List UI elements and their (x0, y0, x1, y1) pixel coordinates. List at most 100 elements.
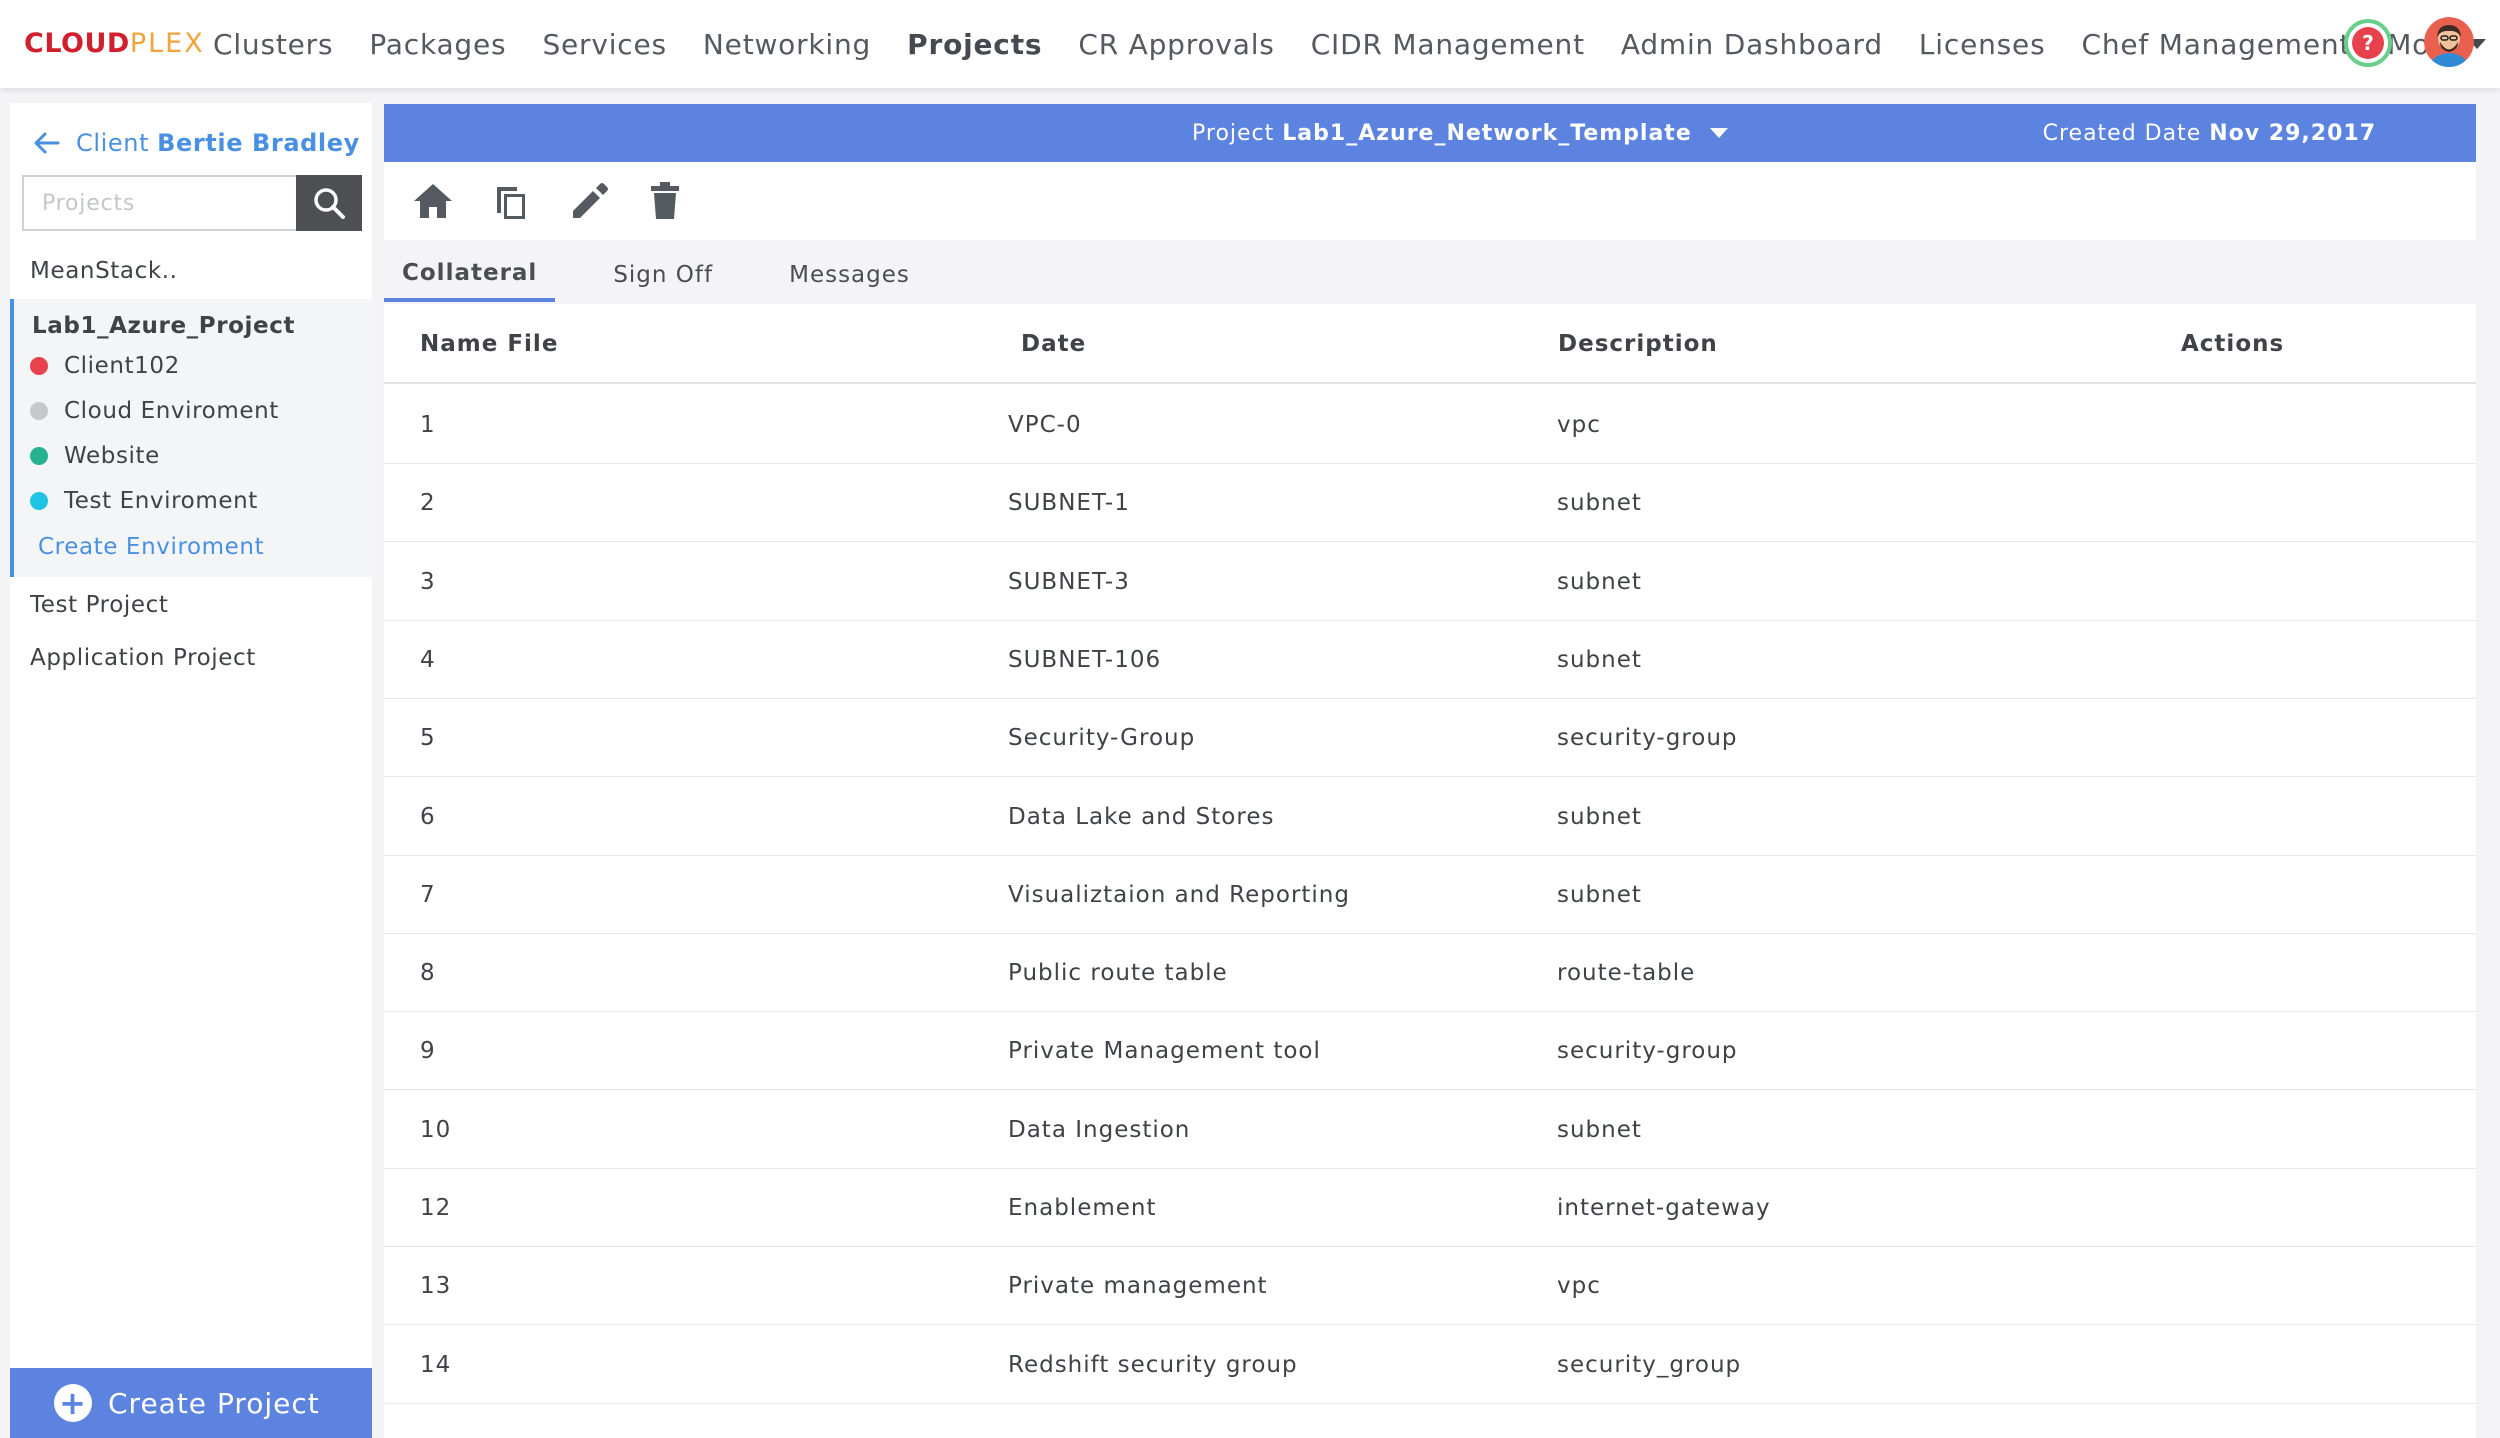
table-row[interactable]: 12 Enablement internet-gateway (384, 1169, 2476, 1247)
project-header-bar: Project Lab1_Azure_Network_Template Crea… (384, 104, 2476, 162)
table-row[interactable]: 7 Visualiztaion and Reporting subnet (384, 856, 2476, 934)
cell-name-file: 3 (420, 568, 436, 595)
home-button[interactable] (410, 178, 456, 224)
cell-name-file: 13 (420, 1273, 452, 1300)
logo-text-plex: PLEX (129, 28, 205, 59)
cloudplex-logo[interactable]: CLOUD PLEX (24, 28, 205, 59)
tab-collateral[interactable]: Collateral (384, 248, 556, 302)
project-item-meanstack[interactable]: MeanStack.. (30, 258, 178, 284)
question-icon: ? (2352, 27, 2384, 59)
cell-description: vpc (1557, 1273, 1601, 1300)
created-date-label: Created Date (2042, 120, 2202, 146)
collateral-table: Name File Date Description Actions 1 VPC-… (384, 304, 2476, 1438)
cell-description: vpc (1557, 412, 1601, 438)
project-search (22, 175, 362, 231)
cell-date: SUBNET-1 (1008, 490, 1130, 517)
environment-label: Client102 (64, 353, 180, 379)
table-row[interactable]: 6 Data Lake and Stores subnet (384, 778, 2476, 856)
column-header-description[interactable]: Description (1558, 304, 1718, 384)
project-item-application-project[interactable]: Application Project (30, 645, 256, 671)
cell-name-file: 8 (420, 960, 436, 987)
nav-networking[interactable]: Networking (703, 28, 871, 61)
cell-date: Public route table (1008, 960, 1228, 987)
table-row[interactable]: 1 VPC-0 vpc (384, 386, 2476, 464)
nav-admin-dashboard[interactable]: Admin Dashboard (1621, 28, 1883, 61)
column-header-actions: Actions (2181, 331, 2285, 357)
active-project-title[interactable]: Lab1_Azure_Project (32, 313, 295, 339)
delete-button[interactable] (642, 178, 688, 224)
cell-date: Enablement (1008, 1195, 1157, 1221)
cell-date: Private Management tool (1008, 1038, 1321, 1065)
cell-description: security-group (1557, 725, 1738, 752)
table-row[interactable]: 5 Security-Group security-group (384, 699, 2476, 778)
copy-button[interactable] (488, 178, 534, 224)
nav-projects[interactable]: Projects (907, 28, 1042, 61)
arrow-left-icon (34, 132, 60, 154)
help-button[interactable]: ? (2344, 19, 2392, 67)
create-environment-link[interactable]: Create Enviroment (38, 534, 264, 560)
cell-description: security_group (1557, 1351, 1742, 1378)
cell-description: subnet (1557, 490, 1642, 517)
environment-item-website[interactable]: Website (30, 443, 160, 469)
cell-description: internet-gateway (1557, 1195, 1771, 1221)
project-search-input[interactable] (22, 175, 296, 231)
cell-date: Data Lake and Stores (1008, 803, 1275, 830)
environment-item-test[interactable]: Test Enviroment (30, 488, 258, 514)
nav-cidr-management[interactable]: CIDR Management (1311, 28, 1585, 61)
cell-name-file: 12 (420, 1195, 452, 1221)
table-row[interactable]: 13 Private management vpc (384, 1247, 2476, 1326)
table-row[interactable]: 8 Public route table route-table (384, 934, 2476, 1013)
search-button[interactable] (296, 175, 362, 231)
environment-item-cloud[interactable]: Cloud Enviroment (30, 398, 279, 424)
cell-date: Data Ingestion (1008, 1116, 1191, 1143)
nav-clusters[interactable]: Clusters (213, 28, 333, 61)
table-row[interactable]: 14 Redshift security group security_group (384, 1326, 2476, 1404)
table-header: Name File Date Description Actions (384, 304, 2476, 384)
status-dot-red (30, 357, 48, 375)
cell-name-file: 1 (420, 412, 436, 438)
column-header-name-file[interactable]: Name File (420, 304, 558, 384)
edit-icon (573, 183, 608, 218)
table-row[interactable]: 9 Private Management tool security-group (384, 1012, 2476, 1091)
nav-services[interactable]: Services (542, 28, 666, 61)
project-tabs: Collateral Sign Off Messages (384, 248, 968, 302)
edit-button[interactable] (566, 178, 612, 224)
cell-description: subnet (1557, 803, 1642, 830)
copy-icon (497, 187, 525, 219)
tab-messages[interactable]: Messages (771, 248, 928, 302)
cell-date: Private management (1008, 1273, 1268, 1300)
cell-description: subnet (1557, 646, 1642, 673)
nav-licenses[interactable]: Licenses (1919, 28, 2046, 61)
user-avatar[interactable] (2424, 17, 2474, 67)
nav-packages[interactable]: Packages (369, 28, 506, 61)
environment-label: Cloud Enviroment (64, 398, 279, 424)
environment-item-client102[interactable]: Client102 (30, 353, 180, 379)
project-label: Project (1192, 120, 1275, 146)
environment-label: Website (64, 443, 160, 469)
active-project-group: Lab1_Azure_Project Client102 Cloud Envir… (10, 299, 372, 577)
cell-description: security-group (1557, 1038, 1738, 1065)
cell-name-file: 5 (420, 725, 436, 752)
project-selector-dropdown[interactable]: Project Lab1_Azure_Network_Template (1192, 104, 1728, 162)
create-project-button[interactable]: + Create Project (10, 1368, 372, 1438)
nav-cr-approvals[interactable]: CR Approvals (1078, 28, 1274, 61)
nav-chef-management[interactable]: Chef Management (2081, 28, 2351, 61)
column-header-date[interactable]: Date (1021, 304, 1086, 384)
create-project-label: Create Project (108, 1386, 320, 1420)
table-row[interactable]: 10 Data Ingestion subnet (384, 1091, 2476, 1169)
cell-description: subnet (1557, 568, 1642, 595)
table-row[interactable]: 4 SUBNET-106 subnet (384, 621, 2476, 699)
back-to-client-link[interactable]: Client Bertie Bradley (34, 123, 360, 163)
cell-name-file: 14 (420, 1351, 452, 1378)
tab-sign-off[interactable]: Sign Off (595, 248, 731, 302)
client-name: Bertie Bradley (157, 129, 360, 157)
table-row[interactable]: 3 SUBNET-3 subnet (384, 543, 2476, 621)
cell-description: route-table (1557, 960, 1696, 987)
project-toolbar (384, 162, 2476, 240)
cell-name-file: 10 (420, 1116, 452, 1143)
table-row[interactable]: 2 SUBNET-1 subnet (384, 464, 2476, 543)
environment-label: Test Enviroment (64, 488, 258, 514)
project-item-test-project[interactable]: Test Project (30, 592, 169, 618)
plus-icon: + (54, 1384, 92, 1422)
cell-description: subnet (1557, 1116, 1642, 1143)
